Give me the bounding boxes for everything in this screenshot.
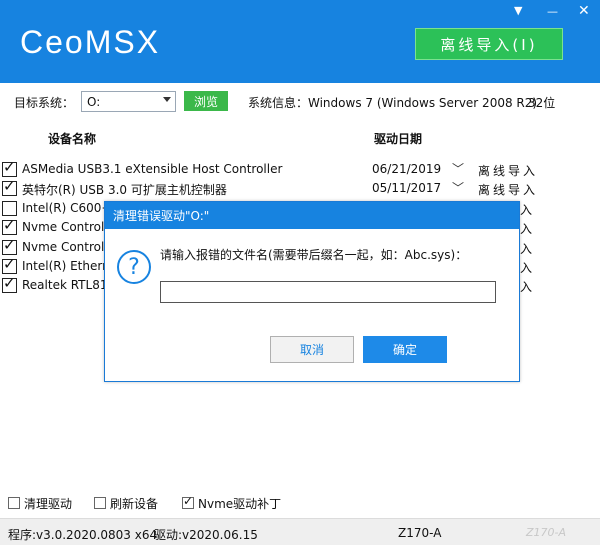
checkmark-icon: ✓ (3, 255, 16, 273)
device-name: Intel(R) C600+/ (22, 201, 116, 215)
clean-driver-option[interactable]: 清理驱动 (8, 495, 72, 511)
target-system-select[interactable]: O: (81, 91, 176, 112)
question-icon: ? (117, 250, 151, 284)
nvme-patch-label: Nvme驱动补丁 (198, 496, 282, 511)
clean-driver-checkbox[interactable] (8, 497, 20, 509)
driver-date: 06/21/2019 (372, 162, 442, 176)
nvme-patch-option[interactable]: ✓ Nvme驱动补丁 (182, 495, 281, 511)
chevron-down-icon (163, 97, 171, 102)
dialog-prompt: 请输入报错的文件名(需要带后缀名一起，如：Abc.sys)： (160, 248, 468, 262)
row-checkbox[interactable]: ✓ (2, 255, 17, 274)
column-header-driver-date: 驱动日期 (374, 132, 423, 146)
clean-driver-dialog: 清理错误驱动"O:" ? 请输入报错的文件名(需要带后缀名一起，如：Abc.sy… (104, 201, 520, 382)
offline-import-link[interactable]: 入 (520, 259, 535, 276)
device-name: Nvme Controlle (22, 220, 116, 234)
driver-date: 05/11/2017 (372, 181, 442, 195)
nvme-patch-checkbox[interactable]: ✓ (182, 494, 194, 509)
row-checkbox[interactable]: ✓ (2, 216, 17, 235)
system-info-text: 系统信息：Windows 7 (Windows Server 2008 R2) (248, 96, 538, 110)
row-checkbox[interactable]: ✓ (2, 274, 17, 293)
browse-button[interactable]: 浏览 (184, 91, 228, 111)
device-name: Nvme Controlle (22, 240, 116, 254)
offline-import-link[interactable]: 入 (520, 278, 535, 295)
close-icon[interactable]: ✕ (578, 4, 590, 18)
target-system-label: 目标系统： (14, 96, 75, 110)
filename-input[interactable] (160, 281, 496, 303)
driver-version: 驱动:v2020.06.15 (154, 528, 258, 542)
column-header-device-name: 设备名称 (48, 132, 97, 146)
device-name: Intel(R) Etherne (22, 259, 118, 273)
device-name: Realtek RTL818 (22, 278, 116, 292)
offline-import-link[interactable]: 入 (520, 220, 535, 237)
refresh-device-label: 刷新设备 (110, 496, 159, 511)
dialog-title: 清理错误驱动"O:" (105, 202, 519, 229)
clean-driver-label: 清理驱动 (24, 496, 73, 511)
target-system-value: O: (87, 94, 101, 109)
device-name: 英特尔(R) USB 3.0 可扩展主机控制器 (22, 183, 227, 197)
system-arch-text: 32位 (528, 96, 556, 110)
offline-import-link[interactable]: 离线导入 (478, 162, 538, 179)
board-model: Z170-A (398, 526, 442, 540)
program-version: 程序:v3.0.2020.0803 x64 (8, 528, 158, 542)
offline-import-link[interactable]: 入 (520, 240, 535, 257)
device-name: ASMedia USB3.1 eXtensible Host Controlle… (22, 162, 283, 176)
checkmark-icon: ✓ (3, 216, 16, 234)
checkmark-icon: ✓ (3, 177, 16, 195)
row-checkbox[interactable]: ✓ (2, 236, 17, 255)
refresh-device-option[interactable]: 刷新设备 (94, 495, 158, 511)
checkmark-icon: ✓ (3, 236, 16, 254)
row-checkbox[interactable] (2, 201, 17, 216)
table-row: ✓ ASMedia USB3.1 eXtensible Host Control… (0, 158, 600, 179)
chevron-down-icon[interactable]: ﹀ (452, 160, 464, 177)
offline-import-link[interactable]: 入 (520, 201, 535, 218)
menu-dropdown-icon[interactable]: ▼ (514, 4, 522, 18)
minimize-icon[interactable]: — (547, 5, 558, 19)
watermark-text: Z170-A (526, 526, 567, 539)
cancel-button[interactable]: 取消 (270, 336, 354, 363)
row-checkbox[interactable]: ✓ (2, 177, 17, 196)
offline-import-button[interactable]: 离线导入(I) (415, 28, 563, 60)
checkmark-icon: ✓ (3, 274, 16, 292)
row-checkbox[interactable]: ✓ (2, 158, 17, 177)
offline-import-link[interactable]: 离线导入 (478, 181, 538, 198)
checkmark-icon: ✓ (3, 158, 16, 176)
ok-button[interactable]: 确定 (363, 336, 447, 363)
app-logo: CeoMSX (20, 24, 161, 60)
refresh-device-checkbox[interactable] (94, 497, 106, 509)
checkmark-icon: ✓ (183, 494, 194, 508)
status-bar: 程序:v3.0.2020.0803 x64 驱动:v2020.06.15 Z17… (0, 518, 600, 545)
app-header: CeoMSX ▼ — ✕ 离线导入(I) (0, 0, 600, 83)
table-row: ✓ 英特尔(R) USB 3.0 可扩展主机控制器 05/11/2017 ﹀ 离… (0, 177, 600, 198)
chevron-down-icon[interactable]: ﹀ (452, 179, 464, 196)
